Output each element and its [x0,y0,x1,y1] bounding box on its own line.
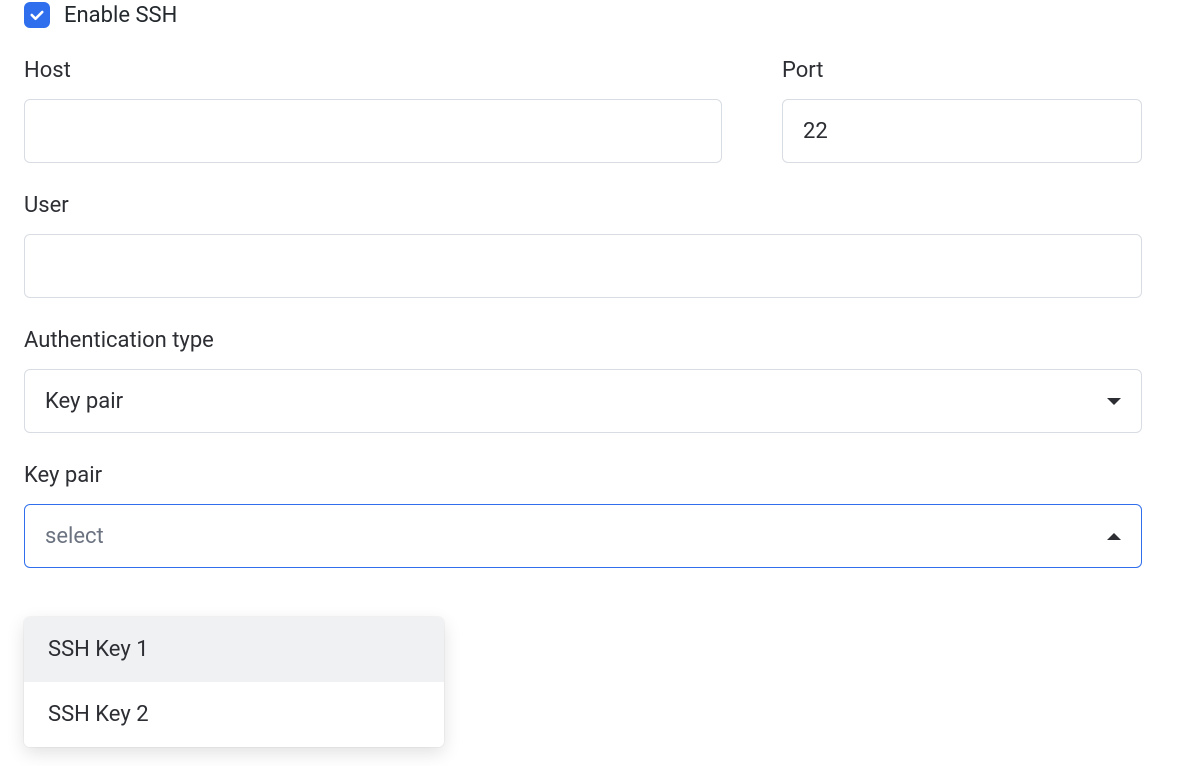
auth-type-field: Authentication type Key pair [24,328,1142,433]
key-pair-option[interactable]: SSH Key 2 [24,682,444,747]
chevron-down-icon [1107,398,1121,405]
key-pair-label: Key pair [24,463,1142,488]
port-input[interactable] [782,99,1142,163]
key-pair-placeholder: select [45,524,104,549]
auth-type-label: Authentication type [24,328,1142,353]
port-label: Port [782,58,1142,83]
enable-ssh-label: Enable SSH [64,3,177,28]
chevron-up-icon [1107,533,1121,540]
key-pair-dropdown: SSH Key 1 SSH Key 2 [24,617,444,747]
enable-ssh-row: Enable SSH [24,2,1174,28]
host-label: Host [24,58,722,83]
user-field: User [24,193,1142,298]
auth-type-selected-value: Key pair [45,389,123,414]
check-icon [28,6,46,24]
port-field: Port [782,58,1142,163]
enable-ssh-checkbox[interactable] [24,2,50,28]
key-pair-select[interactable]: select [24,504,1142,568]
user-label: User [24,193,1142,218]
host-input[interactable] [24,99,722,163]
auth-type-select[interactable]: Key pair [24,369,1142,433]
key-pair-field: Key pair select [24,463,1142,568]
user-input[interactable] [24,234,1142,298]
host-field: Host [24,58,722,163]
key-pair-option[interactable]: SSH Key 1 [24,617,444,682]
